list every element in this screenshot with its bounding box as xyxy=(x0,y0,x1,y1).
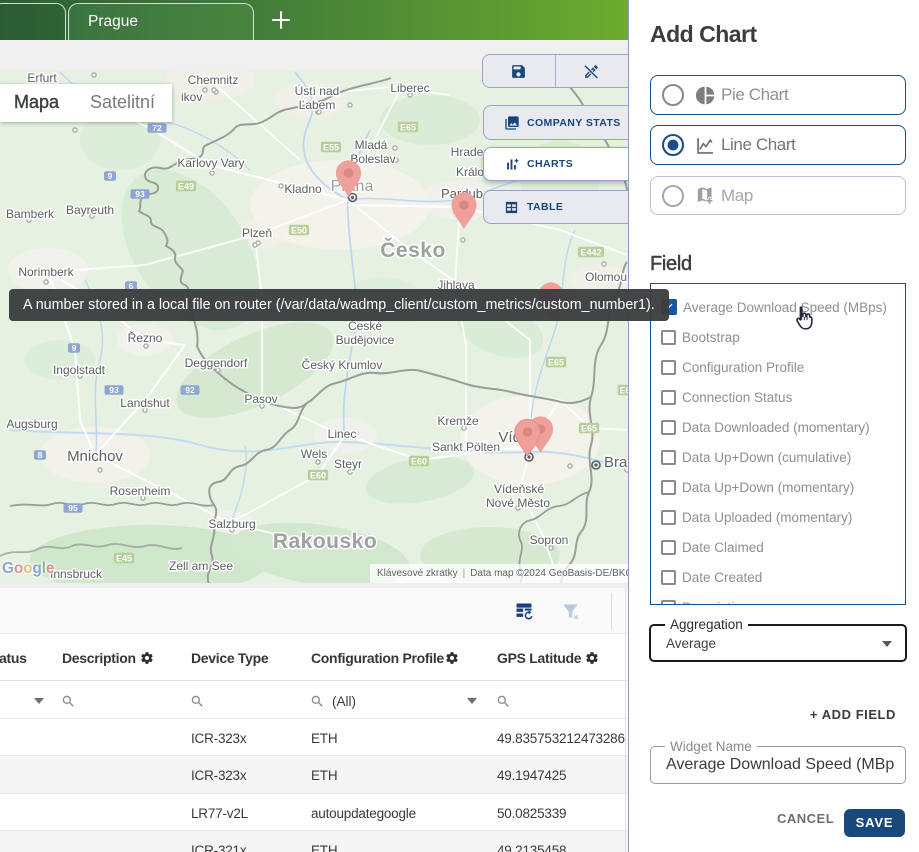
svg-text:Ústí nad: Ústí nad xyxy=(295,83,340,98)
svg-text:93: 93 xyxy=(109,385,119,395)
svg-text:Kladno: Kladno xyxy=(284,182,322,196)
svg-text:Mladá: Mladá xyxy=(355,138,388,152)
svg-text:9: 9 xyxy=(108,171,113,181)
svg-text:Landshut: Landshut xyxy=(120,396,170,410)
svg-text:Řezno: Řezno xyxy=(128,330,163,345)
svg-text:Nové Město: Nové Město xyxy=(486,496,550,510)
svg-text:92: 92 xyxy=(185,385,195,395)
svg-text:E65: E65 xyxy=(548,357,564,367)
svg-text:E49: E49 xyxy=(178,181,194,191)
svg-text:Vídeňské: Vídeňské xyxy=(494,482,544,496)
svg-text:Deggendorf: Deggendorf xyxy=(185,356,248,370)
svg-text:Augsburg: Augsburg xyxy=(6,417,57,431)
svg-text:E55: E55 xyxy=(323,142,339,152)
svg-text:Sopron: Sopron xyxy=(530,533,569,547)
svg-text:Ingolstadt: Ingolstadt xyxy=(53,363,106,377)
svg-text:Český Krumlov: Český Krumlov xyxy=(302,357,383,372)
svg-text:Rosenheim: Rosenheim xyxy=(110,484,171,498)
svg-text:E45: E45 xyxy=(116,553,132,563)
svg-text:Sankt Pölten: Sankt Pölten xyxy=(432,440,500,454)
svg-text:Mnichov: Mnichov xyxy=(67,448,123,465)
svg-text:Erfurt: Erfurt xyxy=(27,71,57,85)
svg-text:E50: E50 xyxy=(291,225,307,235)
svg-text:Olomou: Olomou xyxy=(585,270,627,284)
svg-text:Králo: Králo xyxy=(456,165,484,179)
svg-text:95: 95 xyxy=(68,503,78,513)
svg-text:Pasov: Pasov xyxy=(244,392,277,406)
svg-text:E65: E65 xyxy=(400,122,416,132)
svg-text:Salzburg: Salzburg xyxy=(208,517,255,531)
svg-text:Plzeň: Plzeň xyxy=(242,226,272,240)
svg-text:Rakousko: Rakousko xyxy=(273,530,377,553)
svg-text:Karlovy Vary: Karlovy Vary xyxy=(177,156,244,170)
svg-text:E60: E60 xyxy=(310,470,326,480)
svg-text:ikov: ikov xyxy=(181,90,202,104)
svg-text:E60: E60 xyxy=(411,456,427,466)
svg-text:Zell am See: Zell am See xyxy=(169,559,233,573)
svg-text:Steyr: Steyr xyxy=(334,457,362,471)
svg-text:9: 9 xyxy=(72,343,77,353)
svg-text:8: 8 xyxy=(38,450,43,460)
svg-text:Liberec: Liberec xyxy=(390,81,429,95)
svg-text:93: 93 xyxy=(135,189,145,199)
svg-text:Innsbruck: Innsbruck xyxy=(50,567,103,581)
svg-text:E442: E442 xyxy=(580,247,601,257)
svg-text:Kremže: Kremže xyxy=(437,414,479,428)
svg-text:Norimberk: Norimberk xyxy=(18,265,74,279)
svg-text:Chemnitz: Chemnitz xyxy=(188,73,239,87)
svg-text:Bayreuth: Bayreuth xyxy=(66,203,114,217)
svg-text:Ľabem: Ľabem xyxy=(299,98,336,112)
svg-text:Budějovice: Budějovice xyxy=(336,333,395,347)
svg-text:Brat: Brat xyxy=(604,454,628,471)
svg-text:Česko: Česko xyxy=(380,238,446,262)
svg-text:Bamberk: Bamberk xyxy=(6,207,55,221)
svg-text:Wels: Wels xyxy=(301,447,327,461)
svg-text:E6: E6 xyxy=(619,385,628,395)
svg-text:Linec: Linec xyxy=(328,427,357,441)
svg-text:E65: E65 xyxy=(581,423,597,433)
svg-text:72: 72 xyxy=(152,123,162,133)
